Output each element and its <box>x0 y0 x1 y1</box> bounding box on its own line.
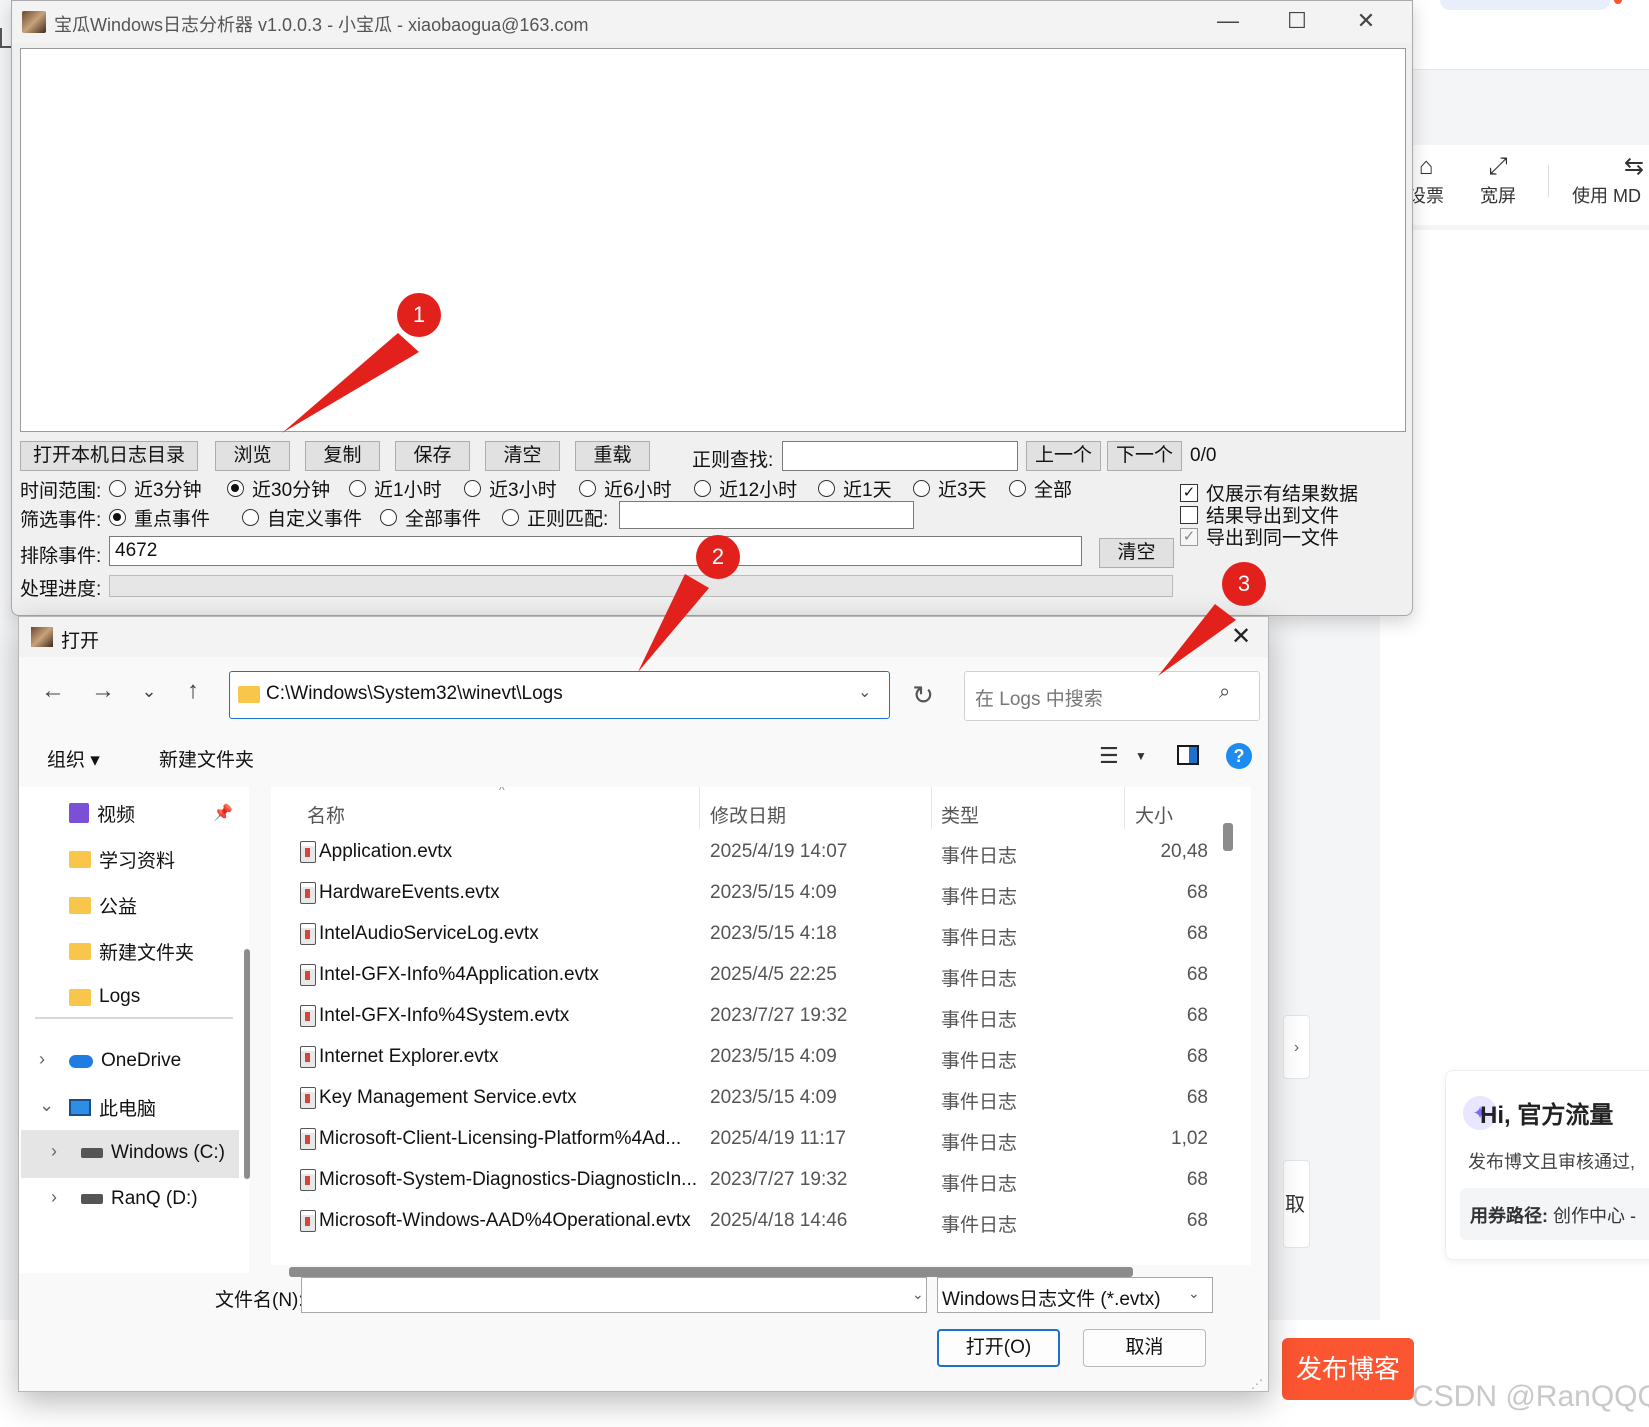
annotation-badge-2: 2 <box>696 535 740 579</box>
annotation-arrow-3 <box>1158 604 1236 676</box>
annotation-badge-1: 1 <box>397 293 441 337</box>
annotation-arrow-1 <box>282 333 419 433</box>
annotation-arrows <box>282 333 1236 676</box>
annotation-arrow-2 <box>638 574 709 672</box>
annotation-badge-3: 3 <box>1222 562 1266 606</box>
